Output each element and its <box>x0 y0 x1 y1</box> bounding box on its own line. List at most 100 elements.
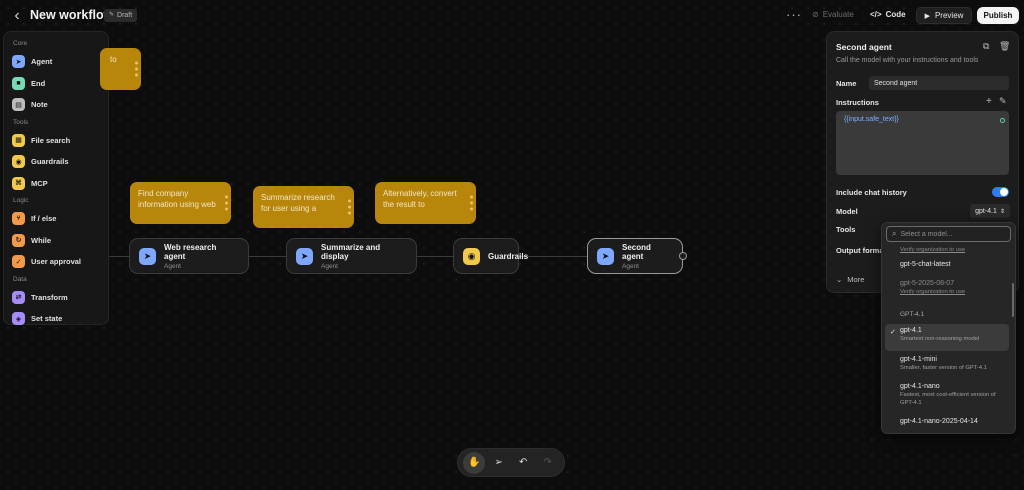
status-dot-icon <box>1000 118 1005 123</box>
search-icon: ⌕ <box>892 229 897 238</box>
palette-section-data: Data <box>13 275 27 283</box>
workflow-edge <box>417 256 453 257</box>
if-else-icon: ⑂ <box>12 212 25 226</box>
note-drag-handle[interactable] <box>470 195 473 211</box>
more-horizontal-icon: ··· <box>786 7 802 22</box>
palette-item-agent[interactable]: ➤ Agent <box>12 51 100 73</box>
canvas-toolbar: ✋ ➢ ↶ ↷ <box>457 448 565 477</box>
note-drag-handle[interactable] <box>348 199 351 215</box>
magic-wand-icon[interactable]: ✎ <box>999 96 1007 107</box>
output-format-label: Output forma <box>836 246 884 255</box>
preview-button[interactable]: ▶ Preview <box>916 7 972 24</box>
model-option[interactable]: gpt-5-2025-08-07 Verify organization to … <box>885 277 1009 300</box>
node-palette: Core ➤ Agent ■ End ▤ Note Tools ▦ File s… <box>3 31 109 326</box>
palette-section-tools: Tools <box>13 118 29 126</box>
instructions-label: Instructions <box>836 98 879 107</box>
add-icon[interactable]: + <box>986 96 992 107</box>
guardrails-icon: ◉ <box>463 247 480 265</box>
edit-icon: ✎ <box>109 12 115 18</box>
play-icon: ▶ <box>924 12 930 20</box>
user-approval-icon: ✓ <box>12 255 25 269</box>
pointer-icon: ➢ <box>494 457 503 468</box>
model-group-label: GPT-4.1 <box>900 311 925 318</box>
name-input[interactable] <box>869 76 1009 90</box>
more-toggle[interactable]: ⌄ More <box>836 275 864 284</box>
set-state-icon: ◈ <box>12 312 25 326</box>
verify-organization-link[interactable]: Verify organization to use <box>900 247 965 253</box>
chat-history-label: Include chat history <box>836 188 907 197</box>
redo-button[interactable]: ↷ <box>537 452 559 474</box>
model-search[interactable]: ⌕ <box>886 226 1011 242</box>
redo-icon: ↷ <box>543 457 552 468</box>
canvas-note[interactable]: to <box>100 48 141 90</box>
back-button[interactable]: ‹ <box>8 7 26 25</box>
chat-history-toggle[interactable] <box>992 187 1009 197</box>
node-summarize-and-display[interactable]: ➤ Summarize and display Agent <box>286 238 417 274</box>
model-select[interactable]: gpt-4.1 ⇕ <box>970 204 1010 218</box>
model-option[interactable]: gpt-5-chat-latest <box>885 258 1009 271</box>
palette-item-while[interactable]: ↻ While <box>12 230 100 252</box>
palette-item-guardrails[interactable]: ◉ Guardrails <box>12 151 100 173</box>
workflow-edge <box>519 256 587 257</box>
code-icon: </> <box>870 10 882 19</box>
model-option-selected[interactable]: ✓ gpt-4.1 Smartest non-reasoning model <box>885 324 1009 351</box>
trash-icon[interactable]: 🗑 <box>999 41 1010 52</box>
tools-label: Tools <box>836 225 856 234</box>
agent-icon: ➤ <box>12 55 25 69</box>
palette-item-note[interactable]: ▤ Note <box>12 94 100 116</box>
instructions-editor[interactable]: {{input.safe_text}} <box>836 111 1009 175</box>
agent-icon: ➤ <box>139 247 156 265</box>
node-second-agent[interactable]: ➤ Second agent Agent <box>587 238 683 274</box>
palette-section-logic: Logic <box>13 197 29 204</box>
palette-item-end[interactable]: ■ End <box>12 73 100 95</box>
chevron-down-icon: ⌄ <box>836 275 843 284</box>
canvas-note[interactable]: Find company information using web <box>130 182 231 224</box>
model-dropdown: ⌕ Verify organization to use gpt-5-chat-… <box>881 222 1016 434</box>
palette-item-mcp[interactable]: ⌘ MCP <box>12 173 100 195</box>
note-drag-handle[interactable] <box>225 195 228 211</box>
more-options-button[interactable]: ··· <box>786 7 802 22</box>
guardrails-icon: ◉ <box>12 155 25 169</box>
agent-icon: ➤ <box>296 247 313 265</box>
node-output-handle[interactable] <box>679 252 687 260</box>
mcp-icon: ⌘ <box>12 176 25 190</box>
publish-button[interactable]: Publish <box>977 7 1019 24</box>
canvas-note[interactable]: Alternatively, convert the result to <box>375 182 476 224</box>
node-guardrails[interactable]: ◉ Guardrails <box>453 238 528 274</box>
panel-title: Second agent <box>836 42 892 52</box>
dropdown-scrollbar[interactable] <box>1012 283 1014 317</box>
palette-item-transform[interactable]: ⇄ Transform <box>12 287 100 309</box>
name-label: Name <box>836 79 857 88</box>
pan-tool-button[interactable]: ✋ <box>463 451 486 474</box>
model-label: Model <box>836 207 858 216</box>
model-option[interactable]: gpt-4.1-mini Smaller, faster version of … <box>885 353 1009 376</box>
model-option[interactable]: gpt-4.1-nano-2025-04-14 <box>885 415 1009 428</box>
workflow-edge <box>249 256 286 257</box>
workflow-title[interactable]: New workflow <box>30 8 113 22</box>
copy-icon[interactable]: ⧉ <box>983 41 989 52</box>
note-drag-handle[interactable] <box>135 61 138 77</box>
draft-badge: ✎ Draft <box>104 9 138 22</box>
chevron-left-icon: ‹ <box>14 7 20 24</box>
select-tool-button[interactable]: ➢ <box>488 452 510 474</box>
while-icon: ↻ <box>12 233 25 247</box>
palette-item-if-else[interactable]: ⑂ If / else <box>12 208 100 230</box>
palette-item-set-state[interactable]: ◈ Set state <box>12 308 100 330</box>
code-button[interactable]: </> Code <box>870 10 906 19</box>
transform-icon: ⇄ <box>12 290 25 304</box>
model-search-input[interactable] <box>900 230 1001 238</box>
hand-icon: ✋ <box>468 457 481 468</box>
verify-organization-link[interactable]: Verify organization to use <box>900 289 1009 297</box>
chevron-updown-icon: ⇕ <box>999 208 1005 215</box>
node-web-research-agent[interactable]: ➤ Web research agent Agent <box>129 238 249 274</box>
canvas-note[interactable]: Summarize research for user using a <box>253 186 354 228</box>
file-search-icon: ▦ <box>12 133 25 147</box>
undo-button[interactable]: ↶ <box>512 452 534 474</box>
check-icon: ✓ <box>890 329 896 336</box>
palette-item-file-search[interactable]: ▦ File search <box>12 130 100 152</box>
model-option[interactable]: gpt-4.1-nano Fastest, most cost-efficien… <box>885 380 1009 410</box>
palette-item-user-approval[interactable]: ✓ User approval <box>12 251 100 273</box>
agent-icon: ➤ <box>597 247 614 265</box>
evaluate-button[interactable]: ⊘ Evaluate <box>812 10 854 19</box>
palette-section-core: Core <box>13 40 28 47</box>
